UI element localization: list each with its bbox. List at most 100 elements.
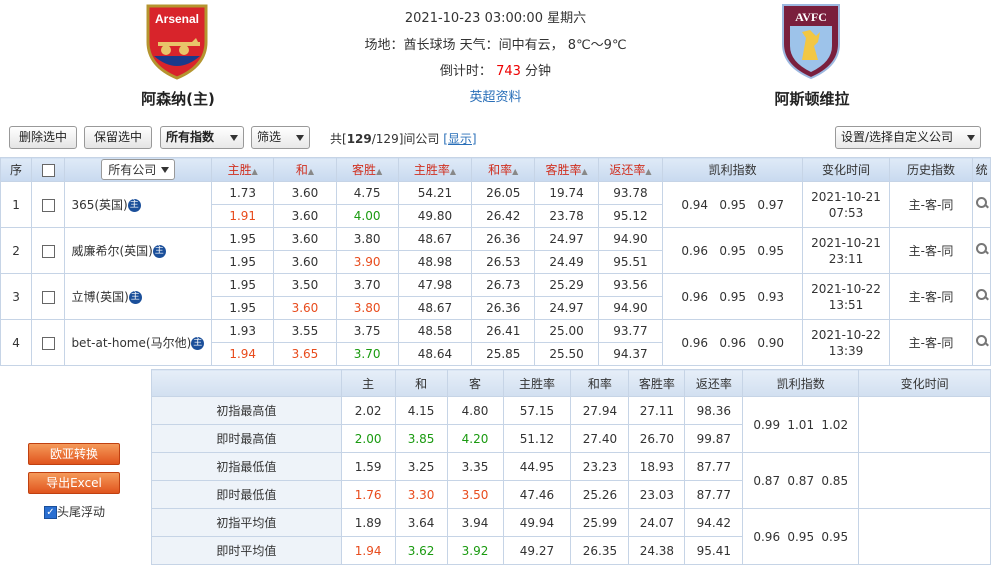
- settings-company-select[interactable]: 设置/选择自定义公司: [835, 126, 981, 149]
- row-company[interactable]: 立博(英国) 主: [64, 273, 213, 320]
- show-link[interactable]: [显示]: [443, 132, 476, 146]
- magnifier-icon[interactable]: [975, 334, 989, 348]
- row-checkbox[interactable]: [41, 290, 55, 304]
- col-return-rate[interactable]: 返还率▲: [597, 157, 664, 182]
- league-link[interactable]: 英超资料: [300, 86, 691, 105]
- main-company-icon: 主: [152, 245, 166, 258]
- row-select[interactable]: [31, 181, 66, 228]
- summary-value: 2.02: [340, 396, 396, 425]
- init-odds-cell: 26.41: [471, 319, 536, 343]
- row-select[interactable]: [31, 227, 66, 274]
- row-company[interactable]: 威廉希尔(英国) 主: [64, 227, 213, 274]
- magnifier-icon[interactable]: [975, 288, 989, 302]
- sort-icon: ▲: [251, 167, 258, 176]
- summary-change-time: [858, 396, 991, 453]
- col-home-rate[interactable]: 主胜率▲: [397, 157, 473, 182]
- live-odds-cell: 48.67: [397, 296, 473, 320]
- col-select-all[interactable]: [31, 157, 66, 182]
- summary-value: 95.41: [684, 536, 744, 565]
- row-stat[interactable]: [972, 181, 991, 228]
- summary-row: 初指平均值 1.89 3.64 3.94 49.94 25.99 24.07 94.42 0.9…: [151, 508, 991, 565]
- summary-value: 24.38: [628, 536, 686, 565]
- sort-icon: ▲: [307, 167, 314, 176]
- export-excel-button[interactable]: 导出Excel: [28, 472, 120, 494]
- venue-weather: 场地：酋长球场 天气：间中有云， 8℃～9℃: [364, 38, 627, 53]
- col-company[interactable]: 所有公司: [64, 157, 213, 182]
- init-odds-cell: 3.80: [335, 227, 399, 251]
- live-odds-cell: 48.98: [397, 250, 473, 274]
- row-company[interactable]: 365(英国) 主: [64, 181, 213, 228]
- live-odds-cell: 3.60: [273, 250, 337, 274]
- kelly-value: 0.90: [757, 335, 785, 350]
- init-odds-cell: 3.50: [273, 273, 337, 297]
- history-link[interactable]: 主-客-同: [888, 181, 974, 228]
- live-odds-cell: 26.53: [471, 250, 536, 274]
- live-odds-cell: 1.95: [211, 250, 275, 274]
- history-link[interactable]: 主-客-同: [888, 273, 974, 320]
- col-home-win[interactable]: 主胜▲: [211, 157, 275, 182]
- checkmark-icon[interactable]: ✓: [44, 506, 57, 519]
- row-stat[interactable]: [972, 319, 991, 366]
- live-odds-cell: 1.95: [211, 296, 275, 320]
- kelly-value: 0.99: [753, 417, 781, 432]
- euro-asia-convert-button[interactable]: 欧亚转换: [28, 443, 120, 465]
- live-odds-cell: 26.36: [471, 296, 536, 320]
- kelly-value: 1.01: [787, 417, 815, 432]
- init-odds-cell: 4.75: [335, 181, 399, 205]
- summary-kelly: 0.99 1.01 1.02: [742, 396, 860, 453]
- sort-icon: ▲: [581, 167, 588, 176]
- magnifier-icon[interactable]: [975, 242, 989, 256]
- summary-label: 即时最高值: [151, 424, 342, 453]
- col-away-win[interactable]: 客胜▲: [335, 157, 399, 182]
- init-odds-cell: 1.93: [211, 319, 275, 343]
- summary-value: 4.80: [446, 396, 504, 425]
- row-checkbox[interactable]: [41, 244, 55, 258]
- magnifier-icon[interactable]: [975, 196, 989, 210]
- history-link[interactable]: 主-客-同: [888, 227, 974, 274]
- row-checkbox[interactable]: [41, 336, 55, 350]
- history-link[interactable]: 主-客-同: [888, 319, 974, 366]
- kelly-value: 0.97: [757, 197, 785, 212]
- col-draw-rate[interactable]: 和率▲: [471, 157, 536, 182]
- summary-value: 27.11: [628, 396, 686, 425]
- all-company-select[interactable]: 所有公司: [101, 159, 176, 180]
- change-date: 2021-10-22: [811, 327, 881, 342]
- summary-label: 初指最低值: [151, 452, 342, 481]
- kelly-value: 0.95: [787, 529, 815, 544]
- row-company[interactable]: bet-at-home(马尔他) 主: [64, 319, 213, 366]
- row-select[interactable]: [31, 319, 66, 366]
- row-checkbox[interactable]: [41, 198, 55, 212]
- row-change-time: 2021-10-21 23:11: [802, 227, 890, 274]
- kelly-value: 0.95: [719, 197, 747, 212]
- summary-value: 4.15: [394, 396, 448, 425]
- chevron-down-icon: [161, 167, 170, 173]
- summary-label: 即时平均值: [151, 536, 342, 565]
- sort-icon: ▲: [376, 167, 383, 176]
- main-company-icon: 主: [128, 291, 142, 304]
- select-all-checkbox[interactable]: [41, 163, 55, 177]
- summary-value: 1.76: [340, 480, 396, 509]
- index-type-select[interactable]: 所有指数: [160, 126, 244, 149]
- live-odds-cell: 95.12: [597, 204, 664, 228]
- sort-icon: ▲: [512, 167, 519, 176]
- col-draw[interactable]: 和▲: [273, 157, 337, 182]
- row-stat[interactable]: [972, 227, 991, 274]
- init-odds-cell: 3.60: [273, 227, 337, 251]
- summary-value: 51.12: [502, 424, 572, 453]
- summary-value: 3.94: [446, 508, 504, 537]
- float-header-toggle[interactable]: ✓ 头尾浮动: [44, 503, 105, 520]
- summary-value: 3.35: [446, 452, 504, 481]
- filter-select[interactable]: 筛选: [251, 126, 310, 149]
- summary-kelly: 0.87 0.87 0.85: [742, 452, 860, 509]
- summary-value: 23.03: [628, 480, 686, 509]
- row-stat[interactable]: [972, 273, 991, 320]
- delete-selected-button[interactable]: 删除选中: [9, 126, 77, 149]
- init-odds-cell: 48.58: [397, 319, 473, 343]
- kelly-value: 0.95: [719, 243, 747, 258]
- keep-selected-button[interactable]: 保留选中: [84, 126, 152, 149]
- kelly-value: 0.93: [757, 289, 785, 304]
- row-change-time: 2021-10-22 13:51: [802, 273, 890, 320]
- summary-col: 客胜率: [628, 369, 686, 397]
- row-select[interactable]: [31, 273, 66, 320]
- col-away-rate[interactable]: 客胜率▲: [534, 157, 599, 182]
